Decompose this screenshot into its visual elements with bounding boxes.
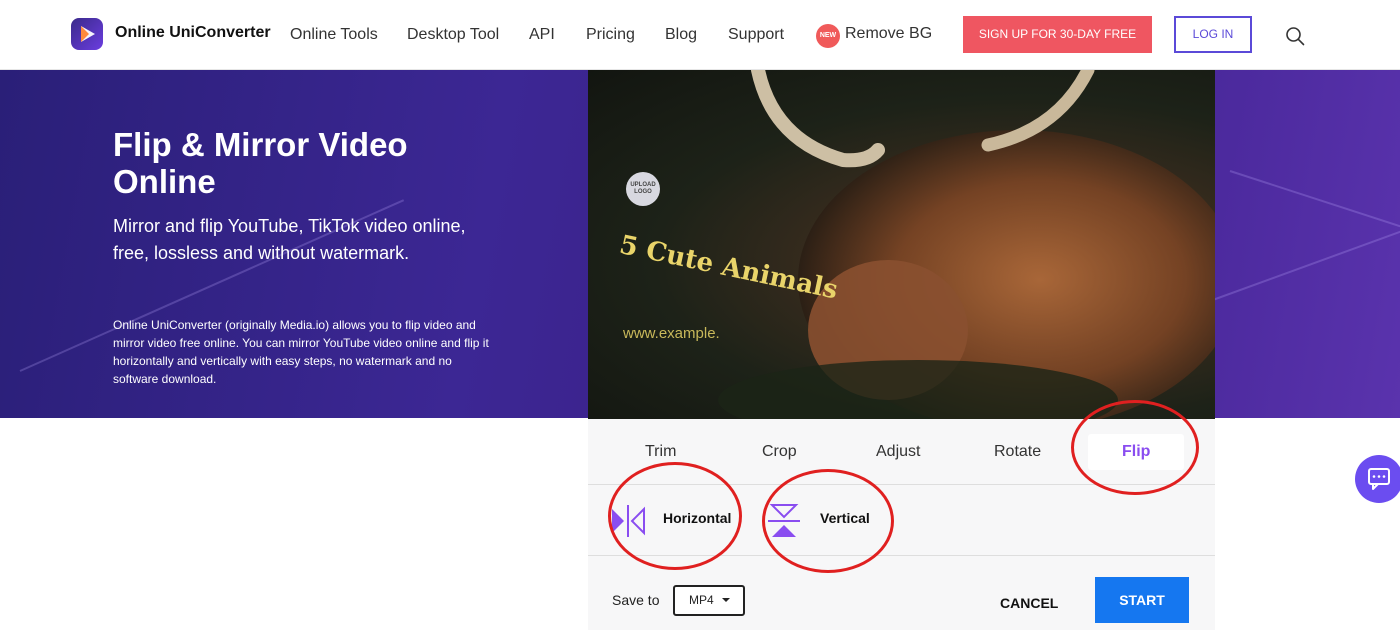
chevron-down-icon bbox=[722, 598, 730, 602]
nav-api[interactable]: API bbox=[529, 26, 555, 44]
annotation-circle-flip-tab bbox=[1071, 400, 1199, 495]
signup-button[interactable]: SIGN UP FOR 30-DAY FREE bbox=[963, 16, 1152, 53]
top-navigation: Online UniConverter Online Tools Desktop… bbox=[0, 0, 1400, 70]
tab-trim[interactable]: Trim bbox=[645, 443, 676, 461]
login-button[interactable]: LOG IN bbox=[1174, 16, 1252, 53]
tab-rotate[interactable]: Rotate bbox=[994, 443, 1041, 461]
tab-adjust[interactable]: Adjust bbox=[876, 443, 920, 461]
app-root: Online UniConverter Online Tools Desktop… bbox=[0, 0, 1400, 630]
annotation-circle-vertical bbox=[762, 469, 894, 573]
uniconverter-logo-icon[interactable] bbox=[71, 18, 103, 50]
nav-remove-bg[interactable]: Remove BG bbox=[845, 25, 932, 43]
cancel-button[interactable]: CANCEL bbox=[1000, 595, 1058, 611]
page-title: Flip & Mirror Video Online bbox=[113, 126, 408, 200]
hero-description: Online UniConverter (originally Media.io… bbox=[113, 318, 489, 386]
nav-desktop-tool[interactable]: Desktop Tool bbox=[407, 26, 499, 44]
nav-support[interactable]: Support bbox=[728, 26, 784, 44]
chat-bubble-icon bbox=[1368, 468, 1390, 490]
nav-pricing[interactable]: Pricing bbox=[586, 26, 635, 44]
video-preview[interactable]: UPLOAD LOGO 5 Cute Animals www.example. bbox=[588, 70, 1215, 419]
nav-blog[interactable]: Blog bbox=[665, 26, 697, 44]
hero-subtitle: Mirror and flip YouTube, TikTok video on… bbox=[113, 216, 466, 263]
annotation-circle-horizontal bbox=[608, 462, 742, 570]
save-to-label: Save to bbox=[612, 592, 660, 608]
upload-logo-button[interactable]: UPLOAD LOGO bbox=[626, 172, 660, 206]
brand-name[interactable]: Online UniConverter bbox=[115, 24, 271, 42]
start-button[interactable]: START bbox=[1095, 577, 1189, 623]
hero-light-streak bbox=[1229, 170, 1400, 234]
chat-button[interactable] bbox=[1355, 455, 1400, 503]
search-icon[interactable] bbox=[1285, 26, 1305, 46]
video-url-text: www.example. bbox=[623, 325, 720, 342]
new-badge: NEW bbox=[816, 24, 840, 48]
nav-online-tools[interactable]: Online Tools bbox=[290, 26, 378, 44]
tab-crop[interactable]: Crop bbox=[762, 443, 797, 461]
format-select[interactable]: MP4 bbox=[673, 585, 745, 616]
format-value: MP4 bbox=[689, 593, 714, 607]
hero-light-streak bbox=[1209, 211, 1400, 302]
